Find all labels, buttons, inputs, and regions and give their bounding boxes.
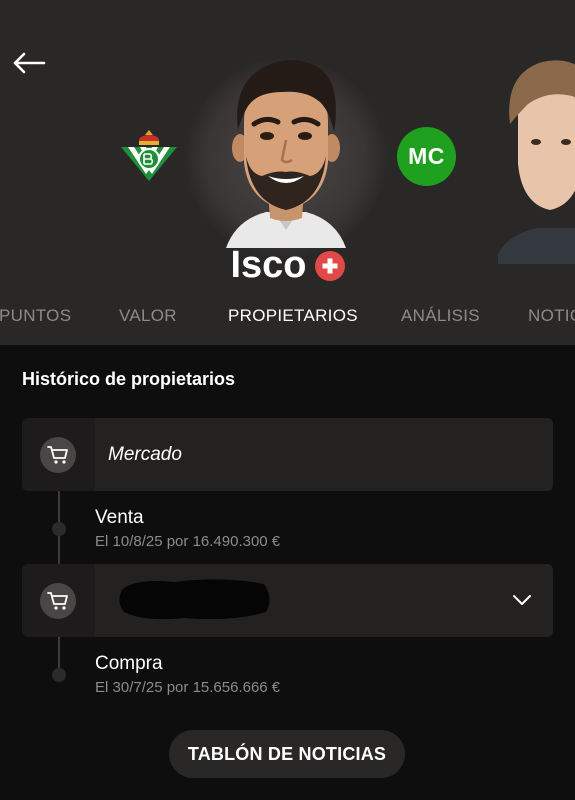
transaction-type: Venta — [95, 507, 144, 528]
timeline-dot — [52, 522, 66, 536]
news-board-button[interactable]: TABLÓN DE NOTICIAS — [169, 730, 405, 778]
injury-cross-icon[interactable] — [314, 251, 345, 281]
owner-icon-column — [22, 418, 95, 491]
player-name-row: Isco — [0, 240, 575, 290]
team-crest-logo[interactable] — [118, 126, 180, 184]
back-arrow-icon[interactable] — [10, 46, 50, 80]
owner-name: Mercado — [108, 444, 182, 465]
tab-bar: PUNTOS VALOR PROPIETARIOS ANÁLISIS NOTIC… — [0, 300, 575, 334]
transaction-detail: El 10/8/25 por 16.490.300 € — [95, 533, 281, 550]
tab-propietarios[interactable]: PROPIETARIOS — [228, 306, 358, 326]
cart-icon — [40, 583, 76, 619]
owner-icon-column — [22, 564, 95, 637]
redacted-owner-name — [114, 572, 274, 626]
owner-card-redacted[interactable] — [22, 564, 553, 637]
tab-noticias[interactable]: NOTICIAS — [528, 306, 575, 326]
owner-card-mercado[interactable]: Mercado — [22, 418, 553, 491]
section-title: Histórico de propietarios — [22, 369, 236, 389]
player-name: Isco — [230, 243, 307, 286]
position-badge: MC — [397, 127, 456, 186]
tab-puntos[interactable]: PUNTOS — [0, 306, 71, 326]
chevron-down-icon[interactable] — [511, 590, 533, 610]
timeline-dot — [52, 668, 66, 682]
transaction-detail: El 30/7/25 por 15.656.666 € — [95, 679, 281, 696]
player-header: MC Isco PUNTOS VALOR PROPIETARIOS ANÁLIS… — [0, 0, 575, 345]
transaction-type: Compra — [95, 653, 163, 674]
tab-analisis[interactable]: ANÁLISIS — [401, 306, 480, 326]
player-photo — [196, 52, 376, 248]
next-player-photo[interactable] — [498, 44, 575, 264]
cart-icon — [40, 437, 76, 473]
tab-valor[interactable]: VALOR — [119, 306, 177, 326]
